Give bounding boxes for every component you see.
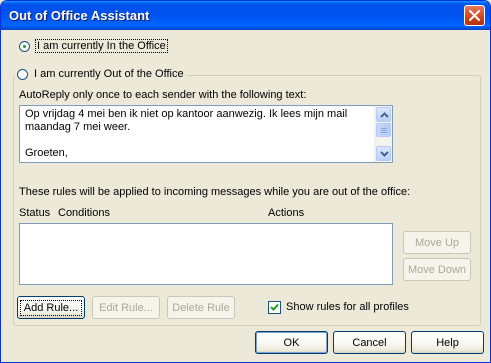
out-of-office-dialog: Out of Office Assistant I am currently I… [0, 0, 491, 363]
autoreply-textarea[interactable]: Op vrijdag 4 mei ben ik niet op kantoor … [19, 105, 393, 163]
cancel-button[interactable]: Cancel [333, 331, 406, 354]
scroll-down-button[interactable] [376, 146, 391, 161]
close-button[interactable] [464, 5, 485, 26]
out-of-office-radio[interactable] [17, 68, 28, 80]
rules-list[interactable] [19, 223, 393, 285]
in-office-radio[interactable] [19, 40, 30, 52]
chevron-up-icon [380, 112, 389, 118]
column-header-actions[interactable]: Actions [268, 207, 304, 219]
show-all-profiles-checkbox[interactable] [268, 301, 281, 314]
checkmark-icon [270, 303, 279, 311]
dialog-body: I am currently In the Office I am curren… [5, 30, 486, 360]
column-header-conditions[interactable]: Conditions [58, 207, 110, 219]
chevron-down-icon [380, 151, 389, 157]
in-office-label[interactable]: I am currently In the Office [35, 39, 168, 53]
scroll-up-button[interactable] [376, 107, 391, 122]
edit-rule-button[interactable]: Edit Rule... [92, 296, 160, 319]
in-office-option[interactable]: I am currently In the Office [19, 39, 168, 53]
out-of-office-option[interactable]: I am currently Out of the Office [15, 67, 187, 81]
autoreply-scrollbar[interactable] [374, 106, 392, 162]
ok-button[interactable]: OK [255, 331, 328, 354]
close-icon [469, 10, 480, 21]
rules-description: These rules will be applied to incoming … [19, 186, 411, 198]
add-rule-button[interactable]: Add Rule... [17, 296, 85, 319]
window-title: Out of Office Assistant [9, 8, 150, 23]
autoreply-text[interactable]: Op vrijdag 4 mei ben ik niet op kantoor … [25, 108, 375, 160]
delete-rule-button[interactable]: Delete Rule [167, 296, 235, 319]
out-of-office-label[interactable]: I am currently Out of the Office [33, 68, 185, 80]
scroll-thumb[interactable] [376, 123, 391, 137]
help-button[interactable]: Help [411, 331, 484, 354]
move-up-button[interactable]: Move Up [403, 231, 471, 254]
title-bar[interactable]: Out of Office Assistant [1, 1, 490, 30]
add-rule-label: Add Rule... [19, 299, 83, 316]
show-all-profiles-label[interactable]: Show rules for all profiles [286, 301, 409, 313]
column-header-status[interactable]: Status [19, 207, 50, 219]
autoreply-label: AutoReply only once to each sender with … [19, 89, 307, 101]
move-down-button[interactable]: Move Down [403, 258, 471, 281]
